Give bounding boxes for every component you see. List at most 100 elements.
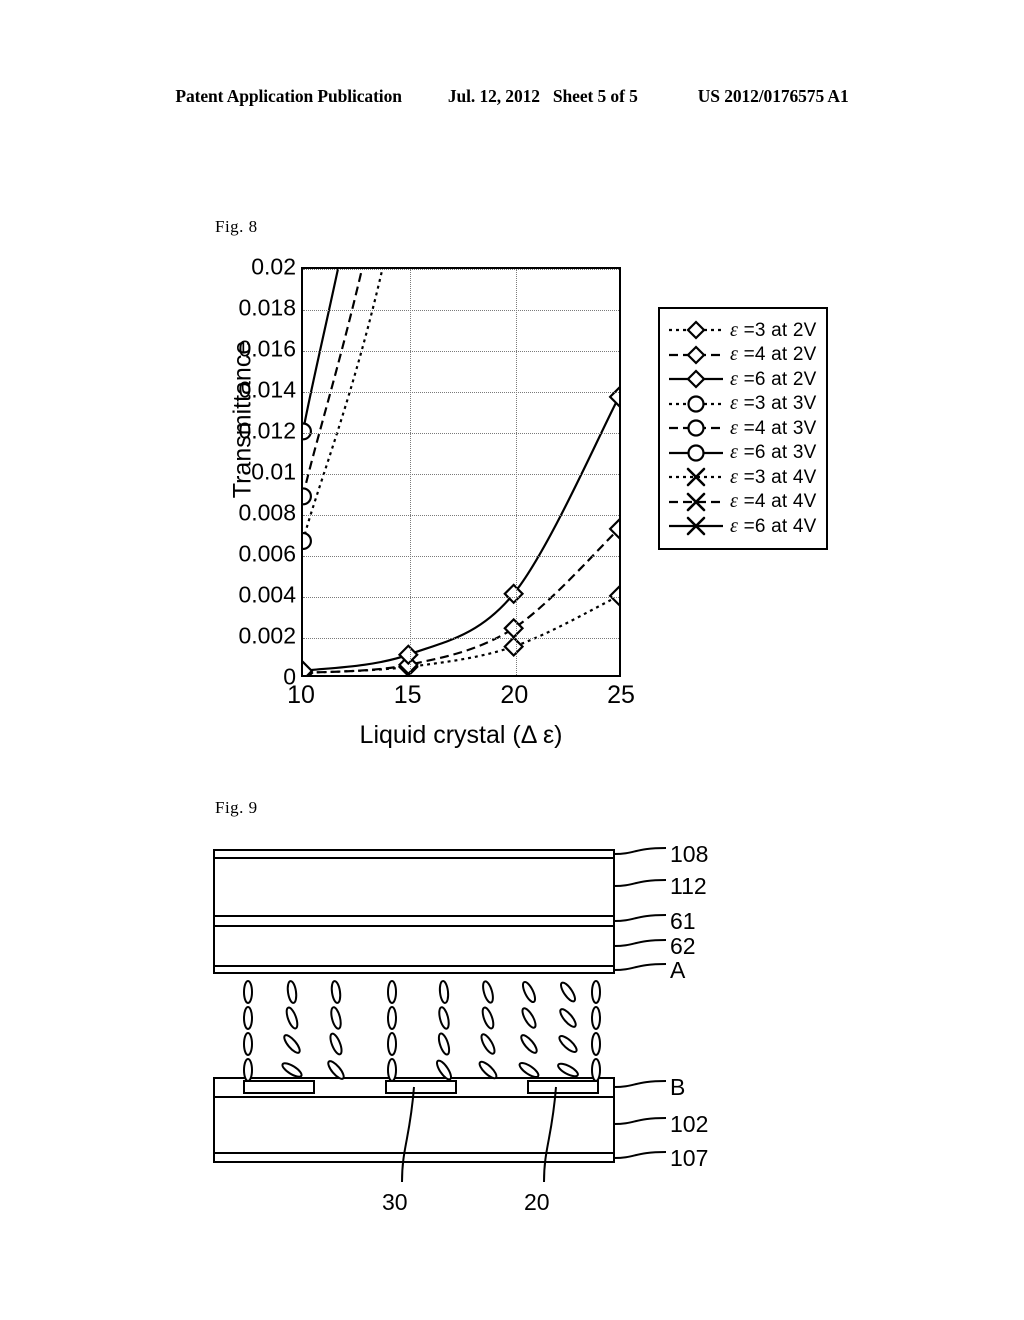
- gridline-horizontal: [303, 638, 619, 639]
- liquid-crystal-molecule: [591, 1058, 601, 1082]
- liquid-crystal-molecule: [387, 1032, 397, 1056]
- reference-numeral-B: B: [670, 1074, 685, 1100]
- leader-line: [613, 1151, 667, 1159]
- chart-series-svg: [303, 269, 619, 675]
- cross-marker-icon: [668, 515, 724, 537]
- epsilon-symbol: ε: [730, 514, 739, 537]
- leader-line: [613, 1080, 667, 1088]
- liquid-crystal-molecule: [243, 1032, 253, 1056]
- liquid-crystal-molecule: [243, 1058, 253, 1082]
- legend-item[interactable]: ε =3 at 2V: [668, 318, 816, 343]
- layer-62: [213, 925, 615, 967]
- liquid-crystal-molecule: [518, 1062, 540, 1078]
- reference-numeral-102: 102: [670, 1111, 708, 1137]
- figure-9-label: Fig. 9: [215, 798, 258, 817]
- liquid-crystal-molecule: [438, 980, 450, 1004]
- leader-line: [613, 939, 667, 947]
- x-axis-tick-labels: 10 15 20 25: [287, 681, 635, 715]
- reference-numeral-30: 30: [382, 1189, 408, 1210]
- legend-item-label: ε =3 at 4V: [730, 465, 817, 488]
- circle-marker-icon: [668, 442, 724, 464]
- reference-numeral-108: 108: [670, 841, 708, 867]
- reference-numeral-20: 20: [524, 1189, 550, 1210]
- gridline-vertical: [516, 269, 518, 675]
- legend-item-label: ε =6 at 3V: [730, 441, 817, 464]
- x-axis-title: Liquid crystal (Δ ε): [359, 721, 563, 749]
- liquid-crystal-molecule: [243, 1006, 253, 1030]
- liquid-crystal-molecule: [285, 1006, 299, 1030]
- legend-item[interactable]: ε =3 at 3V: [668, 392, 816, 417]
- legend-item-label: ε =3 at 3V: [730, 392, 817, 415]
- epsilon-symbol: ε: [730, 416, 739, 439]
- leader-line: [613, 914, 667, 922]
- epsilon-symbol: ε: [730, 441, 739, 464]
- legend-item[interactable]: ε =4 at 3V: [668, 416, 816, 441]
- reference-numeral-61: 61: [670, 908, 696, 934]
- chart-data-point: [303, 532, 312, 551]
- liquid-crystal-molecule: [521, 980, 537, 1004]
- liquid-crystal-molecule: [330, 1006, 342, 1030]
- legend-item[interactable]: ε =6 at 2V: [668, 367, 816, 392]
- legend-item-label: ε =6 at 2V: [730, 367, 817, 390]
- liquid-crystal-molecule: [558, 1035, 578, 1053]
- liquid-crystal-molecule: [387, 980, 397, 1004]
- y-tick-label: 0.002: [238, 622, 296, 649]
- gridline-horizontal: [303, 597, 619, 598]
- chart-plot-area: [301, 267, 621, 677]
- legend-item-label: ε =6 at 4V: [730, 514, 817, 537]
- circle-marker-icon: [668, 393, 724, 415]
- electrode: [243, 1080, 315, 1094]
- chart-data-point: [303, 422, 312, 441]
- gridline-horizontal: [303, 269, 619, 270]
- diamond-marker-icon: [668, 344, 724, 366]
- layer-61: [213, 915, 615, 927]
- liquid-crystal-molecule: [520, 1034, 538, 1054]
- reference-numeral-112: 112: [670, 873, 707, 899]
- liquid-crystal-molecule: [481, 1006, 495, 1030]
- chart-data-point: [503, 617, 525, 639]
- legend-item[interactable]: ε =4 at 2V: [668, 343, 816, 368]
- gridline-horizontal: [303, 392, 619, 393]
- gridline-horizontal: [303, 351, 619, 352]
- legend-item-label: ε =4 at 2V: [730, 343, 817, 366]
- layer-112: [213, 857, 615, 917]
- layer-107: [213, 1152, 615, 1163]
- gridline-horizontal: [303, 556, 619, 557]
- header-publication-text: Patent Application Publication: [175, 86, 402, 106]
- liquid-crystal-molecule: [387, 1006, 397, 1030]
- epsilon-symbol: ε: [730, 490, 739, 513]
- legend-item-label: ε =3 at 2V: [730, 318, 817, 341]
- liquid-crystal-molecule: [480, 1033, 496, 1055]
- liquid-crystal-molecule: [438, 1006, 450, 1030]
- gridline-vertical: [409, 269, 411, 675]
- reference-numeral-A: A: [670, 957, 686, 983]
- legend-item[interactable]: ε =4 at 4V: [668, 490, 816, 515]
- figure-9-diagram: 108 112 6162A B 102 107 30 20: [213, 841, 708, 1210]
- layer-A: [213, 965, 615, 974]
- patent-header: Patent Application Publication Jul. 12, …: [0, 86, 1024, 112]
- legend-item[interactable]: ε =6 at 3V: [668, 441, 816, 466]
- gridline-horizontal: [303, 310, 619, 311]
- electrode: [527, 1080, 599, 1094]
- y-axis-title: Transmittance: [228, 340, 257, 499]
- gridline-horizontal: [303, 515, 619, 516]
- chart-series-line: [303, 528, 619, 675]
- reference-numeral-62: 62: [670, 933, 696, 959]
- legend-item[interactable]: ε =3 at 4V: [668, 465, 816, 490]
- cross-marker-icon: [668, 491, 724, 513]
- diamond-marker-icon: [668, 368, 724, 390]
- liquid-crystal-molecule: [521, 1007, 537, 1029]
- x-tick-label: 25: [607, 681, 635, 709]
- liquid-crystal-molecule: [559, 1008, 577, 1028]
- chart-data-point: [303, 487, 312, 506]
- epsilon-symbol: ε: [730, 392, 739, 415]
- liquid-crystal-molecule: [591, 1006, 601, 1030]
- electrode: [385, 1080, 457, 1094]
- x-tick-label: 20: [500, 681, 529, 709]
- legend-item-label: ε =4 at 3V: [730, 416, 817, 439]
- legend-item[interactable]: ε =6 at 4V: [668, 514, 816, 539]
- figure-8: 0 0.002 0.004 0.006 0.008 0.01 0.012 0.014 0.016…: [196, 254, 856, 755]
- liquid-crystal-molecule: [437, 1032, 451, 1056]
- x-tick-label: 10: [287, 681, 315, 709]
- header-sheet-text: Sheet 5 of 5: [552, 86, 638, 106]
